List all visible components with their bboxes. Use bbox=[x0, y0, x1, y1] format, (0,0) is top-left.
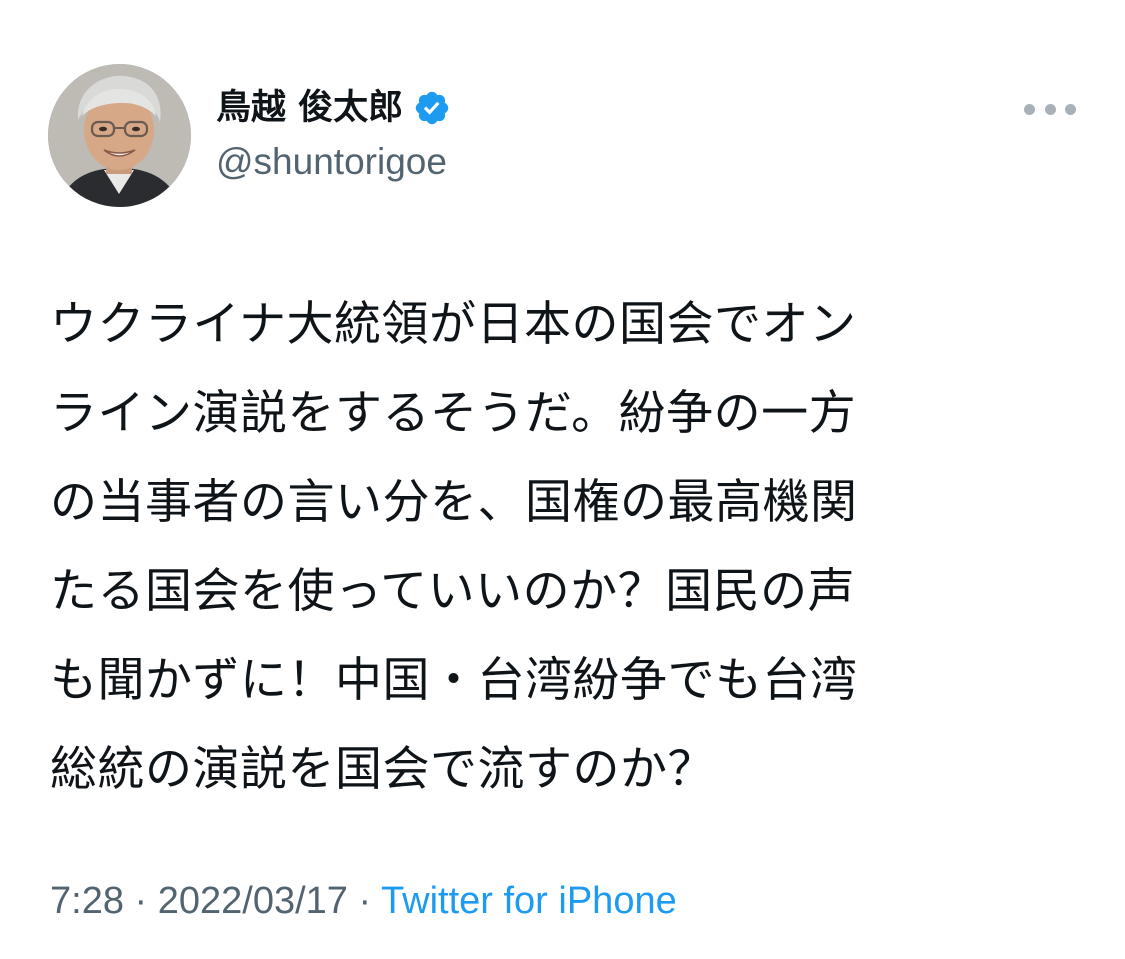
user-handle[interactable]: @shuntorigoe bbox=[216, 140, 447, 184]
more-horizontal-icon[interactable] bbox=[1024, 96, 1076, 122]
tweet-text-line: たる国会を使っていいのか？国民の声 bbox=[50, 564, 856, 619]
tweet-date[interactable]: 2022/03/17 bbox=[158, 880, 348, 922]
profile-photo bbox=[48, 64, 191, 207]
meta-separator: · bbox=[358, 880, 372, 922]
avatar[interactable] bbox=[48, 64, 191, 207]
tweet-text-line: ウクライナ大統領が日本の国会でオン bbox=[50, 297, 857, 352]
author-name-row[interactable]: 鳥越 俊太郎 bbox=[216, 86, 451, 130]
display-name[interactable]: 鳥越 俊太郎 bbox=[216, 86, 403, 130]
tweet-text-line: 総統の演説を国会で流すのか？ bbox=[50, 742, 715, 797]
more-dot bbox=[1044, 103, 1056, 115]
tweet-text: ウクライナ大統領が日本の国会でオン ライン演説をするそうだ。紛争の一方 の当事者… bbox=[50, 280, 1070, 814]
tweet-text-line: の当事者の言い分を、国権の最高機関 bbox=[50, 475, 858, 530]
tweet-source-link[interactable]: Twitter for iPhone bbox=[381, 880, 677, 922]
tweet-time[interactable]: 7:28 bbox=[50, 880, 124, 922]
meta-separator: · bbox=[134, 880, 148, 922]
verified-badge-icon bbox=[413, 89, 451, 127]
tweet-text-line: ライン演説をするそうだ。紛争の一方 bbox=[50, 386, 857, 441]
more-dot bbox=[1024, 103, 1035, 115]
more-dot bbox=[1065, 103, 1076, 115]
tweet-text-line: も聞かずに！中国・台湾紛争でも台湾 bbox=[50, 653, 858, 708]
tweet-meta: 7:28 · 2022/03/17 · Twitter for iPhone bbox=[50, 876, 677, 926]
